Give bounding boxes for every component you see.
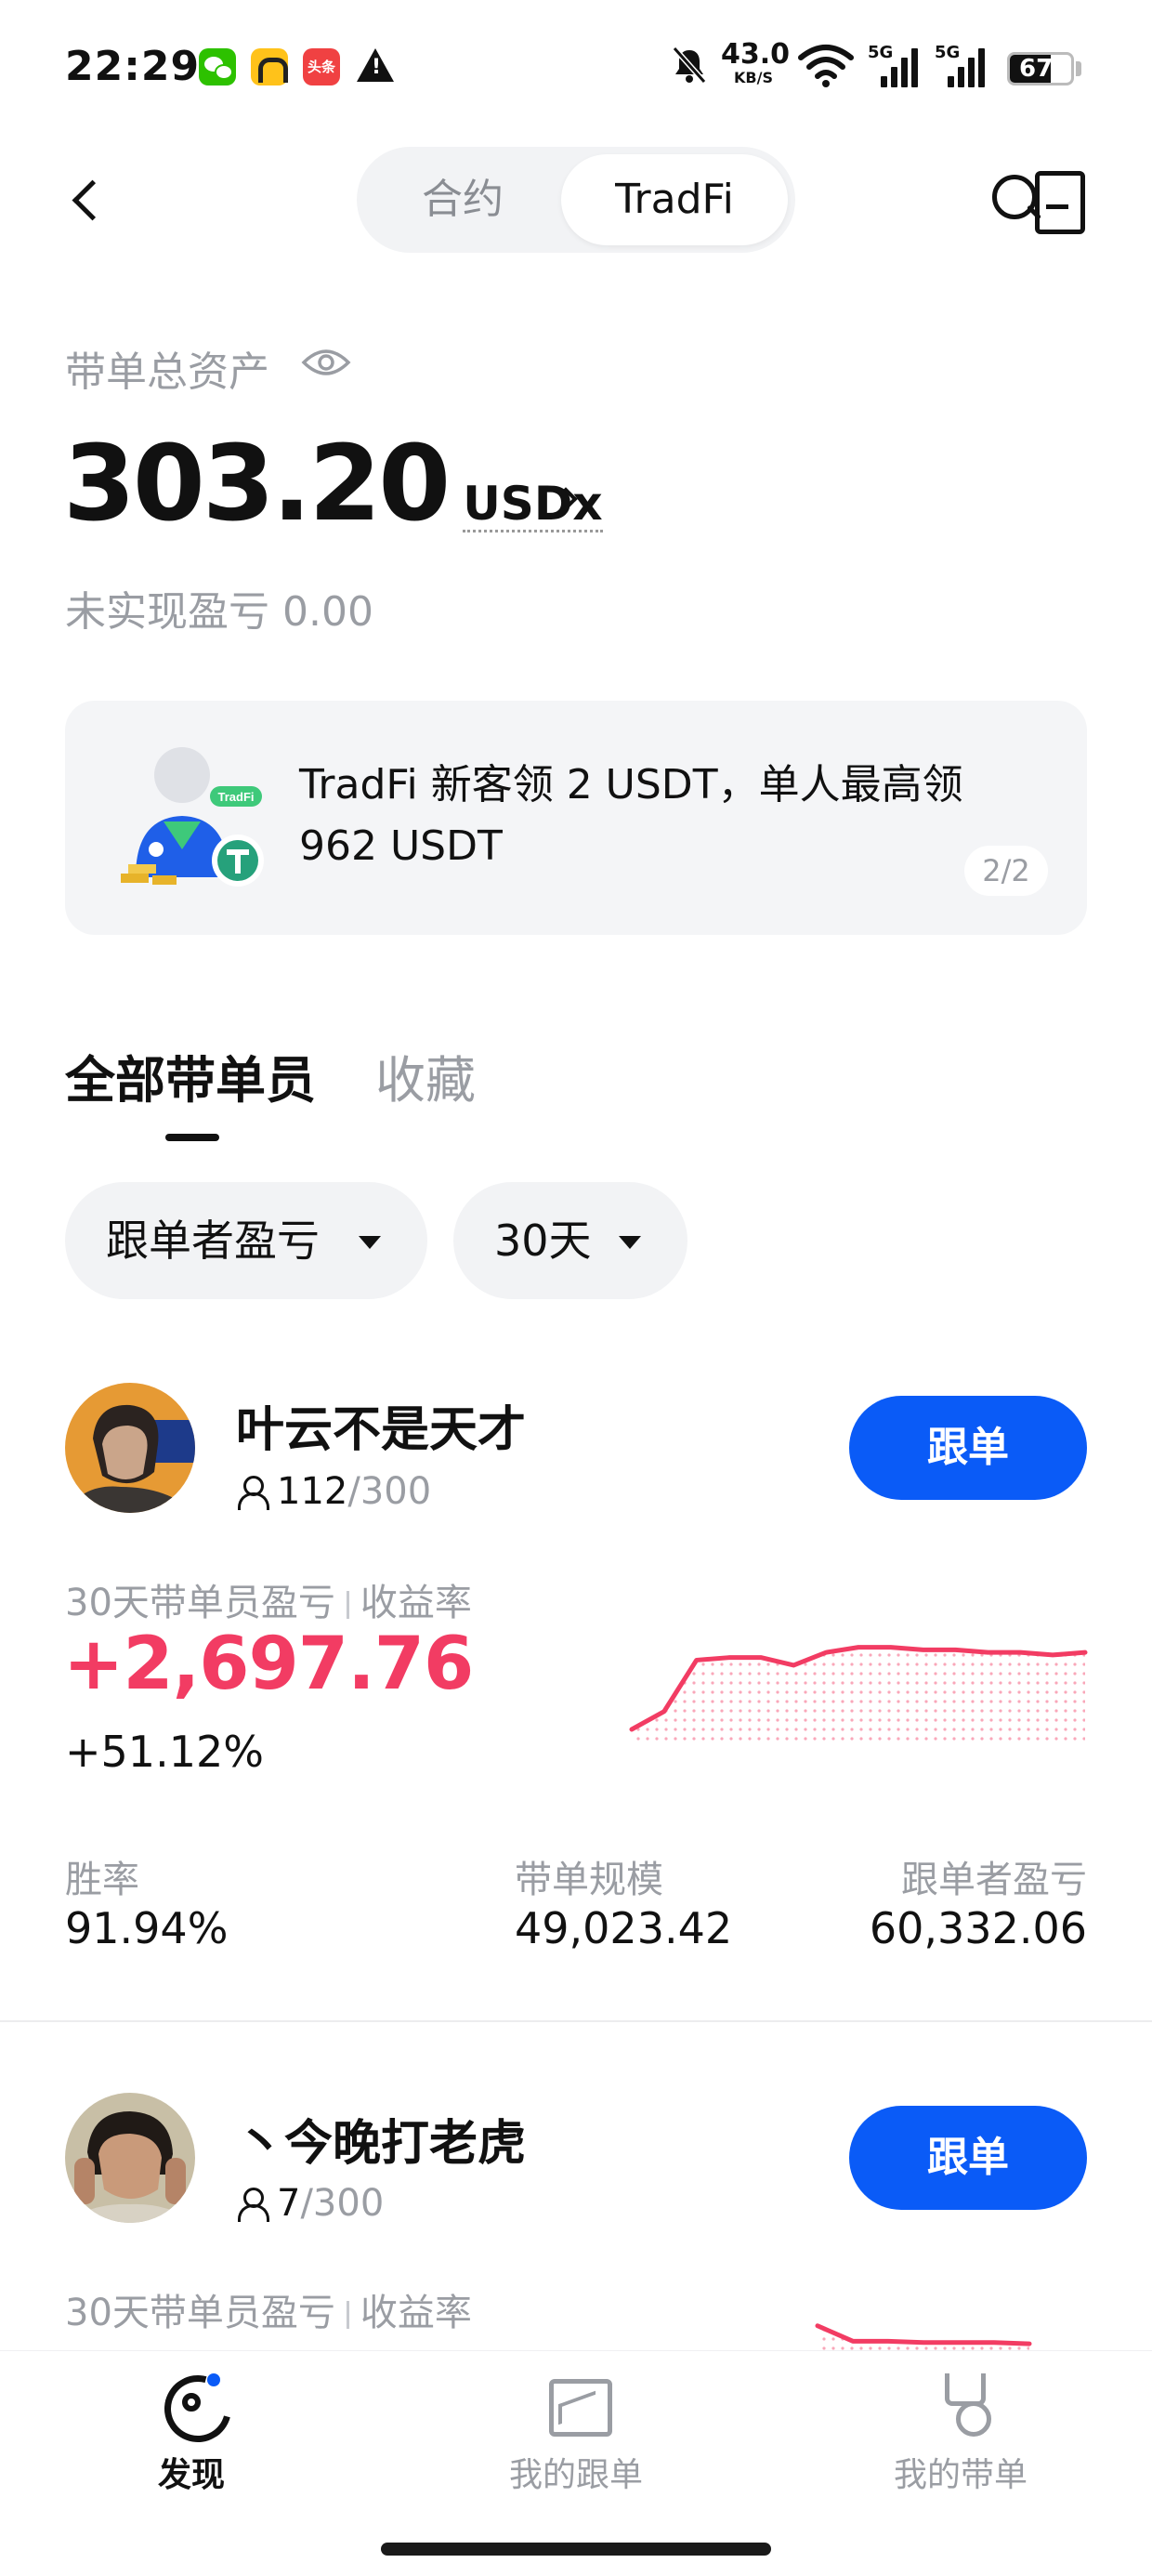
tab-contract[interactable]: 合约: [364, 154, 561, 245]
svg-text:TradFi: TradFi: [217, 790, 254, 804]
aum-label: 带单规模: [515, 1859, 663, 1901]
discover-icon: [159, 2370, 224, 2435]
total-assets: 303.20 USDx: [63, 424, 603, 545]
aum-value: 49,023.42: [515, 1903, 733, 1953]
battery-tip: [1076, 61, 1081, 76]
active-tab-indicator: [165, 1134, 219, 1141]
market-segmented-control: 合约 TradFi: [357, 147, 795, 253]
copy-trade-button[interactable]: 跟单: [849, 2106, 1087, 2210]
chevron-right-icon[interactable]: [554, 485, 582, 513]
medal-icon: [928, 2370, 993, 2437]
caret-down-icon: [359, 1236, 381, 1249]
trader-name[interactable]: 叶云不是天才: [236, 1390, 526, 1460]
app-notification-icon: [251, 48, 288, 85]
follower-count: 7/300: [236, 2182, 384, 2225]
follower-pnl-value: 60,332.06: [869, 1903, 1087, 1953]
win-rate-label: 胜率: [65, 1859, 139, 1901]
trader-name[interactable]: 丶今晚打老虎: [236, 2104, 526, 2174]
battery-icon: 67: [1007, 52, 1074, 85]
signal-sim2-icon: 5G: [935, 43, 988, 89]
trader-roi-value: +51.12%: [65, 1727, 264, 1777]
guide-book-icon[interactable]: [1020, 164, 1091, 234]
signal-sim1-icon: 5G: [868, 43, 922, 89]
sort-filter-dropdown[interactable]: 跟单者盈亏: [65, 1182, 427, 1299]
clock: 22:29: [65, 43, 201, 90]
back-button[interactable]: [61, 167, 117, 232]
caret-down-icon: [619, 1236, 641, 1249]
tab-all-lead-traders[interactable]: 全部带单员: [65, 1039, 316, 1112]
promo-text: TradFi 新客领 2 USDT，单人最高领 962 USDT: [299, 761, 963, 870]
win-rate-value: 91.94%: [65, 1903, 229, 1953]
follower-pnl-label: 跟单者盈亏: [901, 1859, 1087, 1901]
card-divider: [0, 2020, 1152, 2022]
status-bar: 22:29 头条 43.0 KB/S 5G 5G 67: [0, 0, 1152, 139]
nav-my-copy-trades[interactable]: 我的跟单: [474, 2370, 678, 2509]
asset-unit-selector[interactable]: USDx: [463, 479, 603, 532]
mute-icon: [672, 46, 707, 84]
trader-avatar[interactable]: [65, 2093, 195, 2223]
pnl-label: 30天带单员盈亏 收益率: [65, 1582, 472, 1624]
tab-tradfi[interactable]: TradFi: [561, 154, 788, 245]
pnl-label: 30天带单员盈亏 收益率: [65, 2292, 472, 2334]
wechat-icon: [199, 48, 236, 85]
home-indicator: [381, 2543, 771, 2556]
nav-discover[interactable]: 发现: [89, 2370, 294, 2509]
follower-count: 112/300: [236, 1470, 431, 1513]
toutiao-icon: 头条: [303, 48, 340, 85]
chart-board-icon: [543, 2370, 612, 2437]
network-speed: 43.0 KB/S: [721, 38, 791, 86]
pnl-sparkline: [629, 1645, 1088, 1745]
nav-my-lead-trades[interactable]: 我的带单: [858, 2370, 1063, 2509]
total-assets-label: 带单总资产: [65, 348, 269, 396]
tab-favorites[interactable]: 收藏: [375, 1039, 476, 1112]
trader-pnl-value: +2,697.76: [63, 1623, 474, 1706]
total-assets-value: 303.20: [63, 424, 451, 545]
trader-avatar[interactable]: [65, 1383, 195, 1513]
unrealized-pnl: 未实现盈亏 0.00: [65, 588, 373, 636]
promo-banner[interactable]: TradFi TradFi 新客领 2 USDT，单人最高领 962 USDT …: [65, 701, 1087, 935]
period-filter-dropdown[interactable]: 30天: [453, 1182, 687, 1299]
sparkline-line: [815, 2323, 1032, 2346]
person-icon: [236, 1474, 269, 1510]
copy-trade-button[interactable]: 跟单: [849, 1396, 1087, 1500]
eye-icon[interactable]: [301, 346, 351, 379]
person-icon: [236, 2186, 269, 2222]
promo-illustration: TradFi: [121, 747, 264, 887]
warning-icon: [357, 48, 394, 82]
banner-pagination: 2/2: [964, 846, 1048, 896]
wifi-icon: [798, 45, 854, 87]
